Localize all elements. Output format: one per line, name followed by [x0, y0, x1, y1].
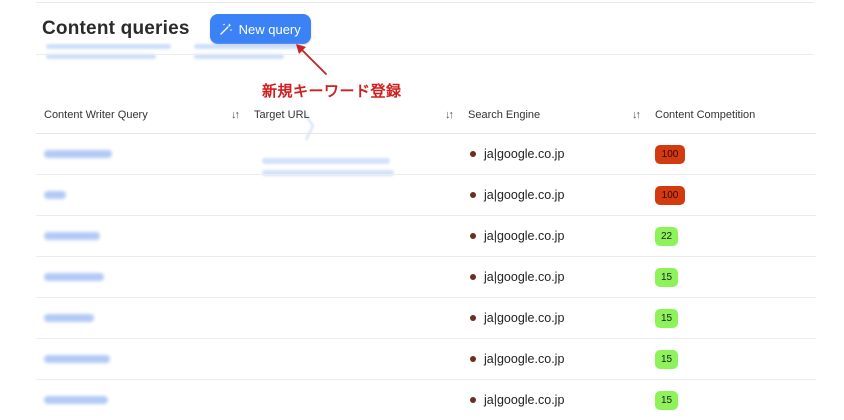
search-engine-label: ja|google.co.jp: [484, 311, 565, 325]
search-engine-label: ja|google.co.jp: [484, 229, 565, 243]
redacted-query-link[interactable]: [44, 150, 112, 158]
table-row: ja|google.co.jp 100: [36, 134, 816, 175]
page-header: Content queries New query: [42, 14, 311, 44]
search-engine-label: ja|google.co.jp: [484, 352, 565, 366]
competition-badge: 15: [655, 267, 678, 287]
new-query-label: New query: [238, 21, 301, 37]
redacted-query-link[interactable]: [44, 314, 94, 322]
column-label: Content Competition: [655, 109, 756, 121]
search-engine-label: ja|google.co.jp: [484, 188, 565, 202]
column-header-search-engine[interactable]: Search Engine ↓↑: [460, 97, 647, 133]
table-row: ja|google.co.jp 15: [36, 257, 816, 298]
competition-badge: 100: [655, 185, 685, 205]
column-header-competition: Content Competition: [647, 97, 816, 133]
sort-arrows-icon[interactable]: ↓↑: [632, 109, 641, 121]
page-title: Content queries: [42, 18, 190, 39]
competition-badge: 15: [655, 349, 678, 369]
column-header-query[interactable]: Content Writer Query ↓↑: [36, 97, 246, 133]
table-header: Content Writer Query ↓↑ Target URL ↓↑ Se…: [36, 97, 816, 134]
search-engine: ja|google.co.jp: [468, 352, 564, 366]
column-header-target-url[interactable]: Target URL ↓↑: [246, 97, 460, 133]
column-label: Content Writer Query: [44, 109, 148, 121]
search-engine: ja|google.co.jp: [468, 147, 564, 161]
competition-badge: 15: [655, 390, 678, 410]
target-url-cell: [246, 257, 460, 297]
search-engine: ja|google.co.jp: [468, 229, 564, 243]
status-dot-icon: [470, 151, 476, 157]
competition-badge: 22: [655, 226, 678, 246]
target-url-cell: [246, 298, 460, 338]
status-dot-icon: [470, 192, 476, 198]
magic-wand-icon: [219, 22, 233, 36]
search-engine-label: ja|google.co.jp: [484, 393, 565, 407]
search-engine: ja|google.co.jp: [468, 270, 564, 284]
status-dot-icon: [470, 274, 476, 280]
competition-badge: 15: [655, 308, 678, 328]
search-engine: ja|google.co.jp: [468, 311, 564, 325]
sort-arrows-icon[interactable]: ↓↑: [445, 109, 454, 121]
redacted-query-link[interactable]: [44, 355, 110, 363]
redacted-query-link[interactable]: [44, 232, 100, 240]
search-engine-label: ja|google.co.jp: [484, 147, 565, 161]
table-body: ja|google.co.jp 100 ja|google.co.jp 100 …: [36, 134, 816, 420]
top-divider: [36, 2, 814, 3]
search-engine: ja|google.co.jp: [468, 188, 564, 202]
redacted-subtitle: [46, 44, 171, 70]
header-divider: [36, 54, 814, 55]
table-row: ja|google.co.jp 22: [36, 216, 816, 257]
search-engine: ja|google.co.jp: [468, 393, 564, 407]
column-label: Search Engine: [468, 109, 541, 121]
table-row: ja|google.co.jp 100: [36, 175, 816, 216]
redacted-query-link[interactable]: [44, 396, 108, 404]
redacted-query-link[interactable]: [44, 273, 104, 281]
target-url-cell: [246, 134, 460, 174]
column-label: Target URL: [254, 109, 310, 121]
status-dot-icon: [470, 233, 476, 239]
table-row: ja|google.co.jp 15: [36, 298, 816, 339]
redacted-query-link[interactable]: [44, 191, 66, 199]
target-url-cell: [246, 175, 460, 215]
table-row: ja|google.co.jp 15: [36, 380, 816, 420]
status-dot-icon: [470, 356, 476, 362]
competition-badge: 100: [655, 144, 685, 164]
sort-arrows-icon[interactable]: ↓↑: [231, 109, 240, 121]
search-engine-label: ja|google.co.jp: [484, 270, 565, 284]
target-url-cell: [246, 216, 460, 256]
target-url-cell: [246, 339, 460, 379]
annotation-arrow-icon: [296, 44, 327, 75]
target-url-cell: [246, 380, 460, 420]
status-dot-icon: [470, 315, 476, 321]
redacted-subtitle-2: [194, 44, 304, 70]
table-row: ja|google.co.jp 15: [36, 339, 816, 380]
status-dot-icon: [470, 397, 476, 403]
queries-table: Content Writer Query ↓↑ Target URL ↓↑ Se…: [36, 97, 816, 420]
content-queries-page: Content queries New query 新規キーワード登録 Cont…: [0, 0, 844, 420]
